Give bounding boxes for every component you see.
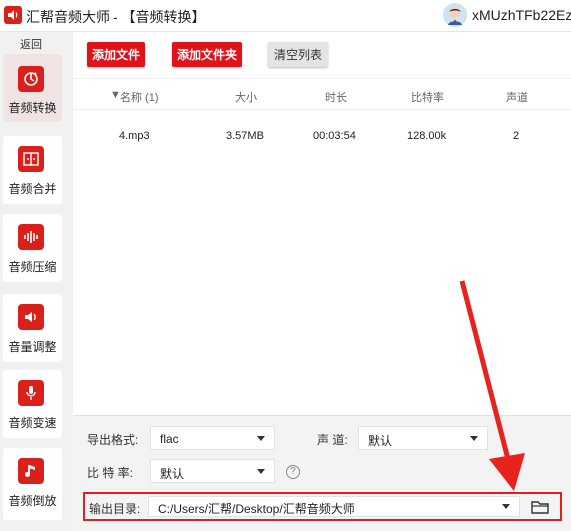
open-folder-button[interactable] bbox=[524, 496, 556, 517]
sidebar-item-audio-compress[interactable]: 音频压缩 bbox=[3, 214, 62, 282]
output-directory-row: 输出目录: C:/Users/汇帮/Desktop/汇帮音频大师 bbox=[83, 492, 562, 521]
channel-label: 声 道: bbox=[317, 433, 348, 447]
channel-value: 默认 bbox=[368, 434, 393, 448]
app-name: 汇帮音频大师 bbox=[26, 9, 110, 25]
cell-size: 3.57MB bbox=[226, 130, 264, 142]
channel-select[interactable]: 默认 bbox=[358, 426, 488, 450]
column-bitrate[interactable]: 比特率 bbox=[411, 89, 444, 105]
column-name[interactable]: 名称 (1) bbox=[120, 89, 159, 105]
add-folder-button[interactable]: 添加文件夹 bbox=[172, 42, 242, 67]
file-table-header: ▼ 名称 (1) 大小 时长 比特率 声道 bbox=[73, 78, 571, 110]
sidebar-item-audio-speed[interactable]: 音频变速 bbox=[3, 370, 62, 438]
table-row[interactable]: 4.mp3 3.57MB 00:03:54 128.00k 2 bbox=[73, 124, 571, 150]
bitrate-select[interactable]: 默认 bbox=[150, 459, 275, 483]
speed-microphone-icon bbox=[18, 380, 44, 406]
audio-convert-icon bbox=[18, 66, 44, 92]
sidebar-item-label: 音量调整 bbox=[8, 340, 57, 354]
sidebar-item-volume[interactable]: 音量调整 bbox=[3, 294, 62, 362]
avatar[interactable] bbox=[443, 3, 467, 27]
sidebar-item-audio-convert[interactable]: 音频转换 bbox=[3, 54, 62, 122]
folder-icon bbox=[531, 500, 549, 514]
cell-channels: 2 bbox=[513, 130, 520, 142]
cell-name: 4.mp3 bbox=[119, 130, 150, 142]
cell-duration: 00:03:54 bbox=[313, 130, 356, 142]
sidebar-item-label: 音频合并 bbox=[8, 182, 57, 196]
chevron-down-icon bbox=[257, 436, 265, 441]
chevron-down-icon bbox=[257, 469, 265, 474]
add-file-button[interactable]: 添加文件 bbox=[87, 42, 145, 67]
column-size[interactable]: 大小 bbox=[235, 89, 257, 105]
bitrate-value: 默认 bbox=[160, 467, 185, 481]
format-value: flac bbox=[160, 432, 179, 446]
clear-list-button[interactable]: 清空列表 bbox=[268, 42, 328, 67]
sidebar-item-audio-reverse[interactable]: 音频倒放 bbox=[3, 448, 62, 520]
export-settings: 导出格式: flac 声 道: 默认 比 特 率: 默认 ? 输出目录: C:/… bbox=[73, 415, 571, 531]
music-note-icon bbox=[18, 458, 44, 484]
audio-compress-icon bbox=[18, 224, 44, 250]
help-icon[interactable]: ? bbox=[286, 465, 300, 479]
chevron-down-icon bbox=[470, 436, 478, 441]
sidebar-item-label: 音频转换 bbox=[8, 101, 57, 115]
username[interactable]: xMUzhTFb22Ez bbox=[472, 7, 571, 23]
output-path-select[interactable]: C:/Users/汇帮/Desktop/汇帮音频大师 bbox=[148, 496, 520, 517]
sidebar: 返回 音频转换 音频合并 音频压缩 音量调整 音频变速 音频倒放 bbox=[0, 32, 70, 531]
column-duration[interactable]: 时长 bbox=[325, 89, 347, 105]
volume-icon bbox=[18, 304, 44, 330]
sidebar-item-label: 音频压缩 bbox=[8, 260, 57, 274]
sidebar-item-label: 音频倒放 bbox=[8, 494, 57, 508]
column-channels[interactable]: 声道 bbox=[506, 89, 528, 105]
output-path: C:/Users/汇帮/Desktop/汇帮音频大师 bbox=[158, 502, 355, 516]
audio-merge-icon bbox=[18, 146, 44, 172]
format-select[interactable]: flac bbox=[150, 426, 275, 450]
sidebar-item-audio-merge[interactable]: 音频合并 bbox=[3, 136, 62, 204]
page-title: - 【音频转换】 bbox=[113, 9, 206, 25]
output-label: 输出目录: bbox=[89, 502, 141, 516]
chevron-down-icon bbox=[502, 504, 510, 509]
bitrate-label: 比 特 率: bbox=[87, 466, 134, 480]
title-bar: 汇帮音频大师 - 【音频转换】 xMUzhTFb22Ez bbox=[0, 0, 571, 32]
cell-bitrate: 128.00k bbox=[407, 130, 447, 142]
back-link[interactable]: 返回 bbox=[0, 36, 62, 52]
format-label: 导出格式: bbox=[87, 433, 139, 447]
sidebar-item-label: 音频变速 bbox=[8, 416, 57, 430]
app-logo-icon bbox=[4, 6, 22, 24]
